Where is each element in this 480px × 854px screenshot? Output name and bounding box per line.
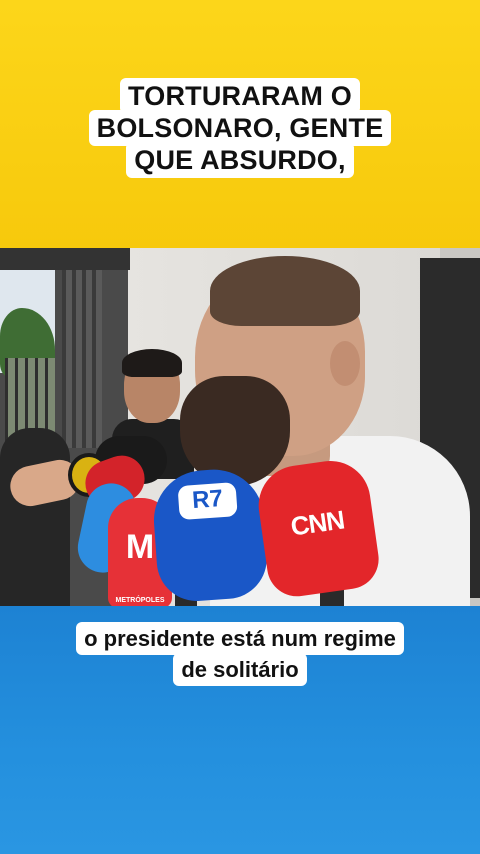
metropoles-wordmark: METRÓPOLES xyxy=(115,597,165,604)
bottom-caption: o presidente está num regime de solitári… xyxy=(0,622,480,686)
top-caption-line: TORTURARAM O xyxy=(120,78,360,114)
top-caption-line: BOLSONARO, GENTE xyxy=(88,110,392,146)
roof-edge xyxy=(0,248,130,270)
cnn-microphone: CNN xyxy=(253,455,383,601)
bottom-caption-line: o presidente está num regime xyxy=(76,622,404,655)
r7-microphone: R7 xyxy=(150,466,270,604)
top-caption-line: QUE ABSURDO, xyxy=(126,142,354,178)
pillar xyxy=(62,268,102,448)
bottom-caption-line: de solitário xyxy=(173,653,307,686)
r7-logo: R7 xyxy=(191,485,224,515)
cnn-logo: CNN xyxy=(288,504,346,542)
video-frame-photo: M METRÓPOLES R7 CNN xyxy=(0,248,480,606)
left-reporter xyxy=(0,428,70,606)
top-caption: TORTURARAM O BOLSONARO, GENTE QUE ABSURD… xyxy=(0,78,480,178)
